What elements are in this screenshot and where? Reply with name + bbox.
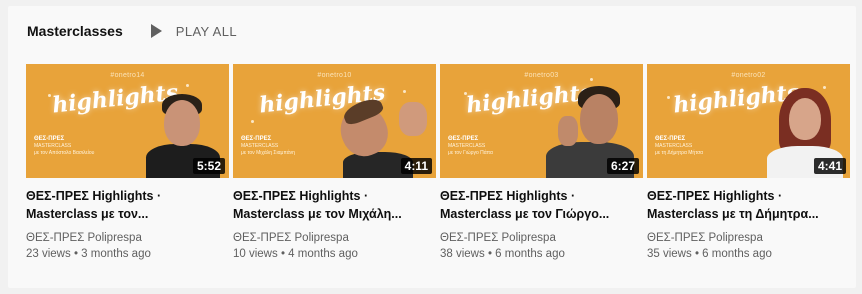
channel-name-link[interactable]: ΘΕΣ-ΠΡΕΣ Poliprespa	[440, 232, 643, 244]
video-title-link[interactable]: ΘΕΣ-ΠΡΕΣ Highlights · Masterclass με τον…	[440, 187, 640, 223]
video-title-link[interactable]: ΘΕΣ-ΠΡΕΣ Highlights · Masterclass με τον…	[233, 187, 433, 223]
video-title-line1: ΘΕΣ-ΠΡΕΣ Highlights ·	[26, 189, 162, 203]
duration-badge: 4:41	[813, 158, 846, 174]
view-count: 23 views	[26, 248, 71, 260]
video-title-link[interactable]: ΘΕΣ-ΠΡΕΣ Highlights · Masterclass με τον…	[26, 187, 226, 223]
thumbnail-line2: με τη Δήμητρα Μήτσα	[655, 150, 704, 156]
sparkle-decoration	[251, 120, 254, 123]
thumbnail-caption: ΘΕΣ-ΠΡΕΣ MASTERCLASS με τον Γιώργο Πάπα	[448, 136, 518, 157]
channel-name-link[interactable]: ΘΕΣ-ΠΡΕΣ Poliprespa	[26, 232, 229, 244]
thumbnail-tag: #onetro10	[317, 72, 352, 79]
thumbnail-line1: MASTERCLASS	[241, 143, 279, 149]
video-meta: 10 views • 4 months ago	[233, 248, 358, 260]
video-meta: 23 views • 3 months ago	[26, 248, 151, 260]
thumbnail-caption: ΘΕΣ-ΠΡΕΣ MASTERCLASS με τον Μιχάλη Σιαμπ…	[241, 136, 311, 157]
video-thumbnail[interactable]: #onetro14 highlights ΘΕΣ-ΠΡΕΣ MASTERCLAS…	[26, 64, 229, 178]
thumbnail-line1: MASTERCLASS	[448, 143, 486, 149]
duration-badge: 4:11	[400, 158, 432, 174]
video-card: #onetro10 highlights ΘΕΣ-ΠΡΕΣ MASTERCLAS…	[233, 64, 436, 260]
video-card: #onetro03 highlights ΘΕΣ-ΠΡΕΣ MASTERCLAS…	[440, 64, 643, 260]
video-thumbnail[interactable]: #onetro03 highlights ΘΕΣ-ΠΡΕΣ MASTERCLAS…	[440, 64, 643, 178]
duration-badge: 6:27	[606, 158, 639, 174]
channel-name-link[interactable]: ΘΕΣ-ΠΡΕΣ Poliprespa	[647, 232, 850, 244]
view-count: 38 views	[440, 248, 485, 260]
thumbnail-brand: ΘΕΣ-ΠΡΕΣ	[241, 136, 272, 142]
thumbnail-line1: MASTERCLASS	[655, 143, 693, 149]
shelf-header: Masterclasses PLAY ALL	[27, 23, 237, 39]
play-icon	[150, 24, 162, 38]
thumbnail-brand: ΘΕΣ-ΠΡΕΣ	[34, 136, 65, 142]
thumbnail-brand: ΘΕΣ-ΠΡΕΣ	[655, 136, 686, 142]
thumbnail-brand: ΘΕΣ-ΠΡΕΣ	[448, 136, 479, 142]
sparkle-decoration	[186, 84, 189, 87]
video-title-line1: ΘΕΣ-ΠΡΕΣ Highlights ·	[440, 189, 576, 203]
channel-name-link[interactable]: ΘΕΣ-ΠΡΕΣ Poliprespa	[233, 232, 436, 244]
sparkle-decoration	[667, 96, 670, 99]
thumbnail-caption: ΘΕΣ-ΠΡΕΣ MASTERCLASS με τον Απόστολο Βασ…	[34, 136, 104, 157]
thumbnail-line2: με τον Γιώργο Πάπα	[448, 150, 493, 156]
thumbnail-line1: MASTERCLASS	[34, 143, 72, 149]
thumbnail-line2: με τον Μιχάλη Σιαμπάνη	[241, 150, 295, 156]
play-all-label: PLAY ALL	[175, 23, 238, 39]
video-meta: 35 views • 6 months ago	[647, 248, 772, 260]
video-meta: 38 views • 6 months ago	[440, 248, 565, 260]
video-title-link[interactable]: ΘΕΣ-ΠΡΕΣ Highlights · Masterclass με τη …	[647, 187, 847, 223]
video-title-line2: Masterclass με τον...	[26, 207, 149, 221]
video-card: #onetro02 highlights ΘΕΣ-ΠΡΕΣ MASTERCLAS…	[647, 64, 850, 260]
video-title-line2: Masterclass με τον Μιχάλη...	[233, 207, 402, 221]
upload-age: 6 months ago	[702, 248, 772, 260]
video-card: #onetro14 highlights ΘΕΣ-ΠΡΕΣ MASTERCLAS…	[26, 64, 229, 260]
upload-age: 6 months ago	[495, 248, 565, 260]
upload-age: 4 months ago	[288, 248, 358, 260]
video-thumbnail[interactable]: #onetro02 highlights ΘΕΣ-ΠΡΕΣ MASTERCLAS…	[647, 64, 850, 178]
video-grid: #onetro14 highlights ΘΕΣ-ΠΡΕΣ MASTERCLAS…	[26, 64, 850, 260]
thumbnail-tag: #onetro03	[524, 72, 559, 79]
video-title-line2: Masterclass με τον Γιώργο...	[440, 207, 610, 221]
view-count: 35 views	[647, 248, 692, 260]
duration-badge: 5:52	[192, 158, 225, 174]
upload-age: 3 months ago	[81, 248, 151, 260]
thumbnail-line2: με τον Απόστολο Βασιλείου	[34, 150, 95, 156]
thumbnail-caption: ΘΕΣ-ΠΡΕΣ MASTERCLASS με τη Δήμητρα Μήτσα	[655, 136, 725, 157]
view-count: 10 views	[233, 248, 278, 260]
masterclasses-shelf: Masterclasses PLAY ALL #onetro14 highlig…	[8, 6, 856, 288]
video-title-line2: Masterclass με τη Δήμητρα...	[647, 207, 819, 221]
sparkle-decoration	[403, 90, 406, 93]
video-title-line1: ΘΕΣ-ΠΡΕΣ Highlights ·	[647, 189, 783, 203]
video-thumbnail[interactable]: #onetro10 highlights ΘΕΣ-ΠΡΕΣ MASTERCLAS…	[233, 64, 436, 178]
thumbnail-tag: #onetro02	[731, 72, 766, 79]
play-all-button[interactable]: PLAY ALL	[150, 23, 238, 39]
thumbnail-tag: #onetro14	[110, 72, 145, 79]
shelf-title[interactable]: Masterclasses	[27, 23, 123, 39]
video-title-line1: ΘΕΣ-ΠΡΕΣ Highlights ·	[233, 189, 369, 203]
